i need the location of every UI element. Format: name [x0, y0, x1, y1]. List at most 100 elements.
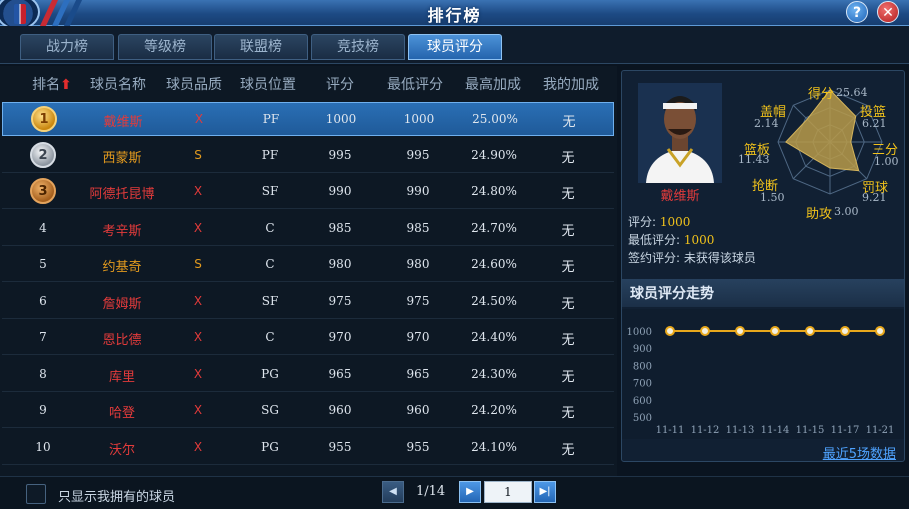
- y-tick-label: 500: [633, 413, 652, 424]
- cell-pos: PG: [261, 366, 279, 381]
- y-tick-label: 900: [633, 344, 652, 355]
- cell-min: 965: [406, 366, 430, 381]
- recent-games-link[interactable]: 最近5场数据: [823, 443, 896, 462]
- cell-bonus-max: 24.40%: [471, 330, 517, 344]
- table-row[interactable]: 7 恩比德 X C 970 970 24.40% 无: [2, 321, 614, 355]
- x-tick-label: 11-13: [726, 425, 755, 436]
- cell-pos: C: [265, 257, 275, 271]
- cell-pos: C: [265, 220, 275, 235]
- rank-number: 4: [39, 220, 47, 235]
- cell-my-bonus: 无: [561, 406, 575, 421]
- table-header: 排名⬆ 球员名称 球员品质 球员位置 评分 最低评分 最高加成 我的加成: [0, 68, 617, 102]
- table-row[interactable]: 5 约基奇 S C 980 980 24.60% 无: [2, 248, 614, 282]
- info-min-score: 最低评分: 1000: [628, 233, 715, 247]
- tab-player-rating[interactable]: 球员评分: [408, 34, 502, 60]
- cell-quality: X: [193, 439, 203, 454]
- radar-label: 助攻: [806, 207, 833, 222]
- cell-name[interactable]: 哈登: [86, 402, 158, 421]
- rank-number: 10: [35, 439, 51, 454]
- cell-bonus-max: 24.20%: [471, 403, 517, 417]
- rank-number: 5: [39, 257, 47, 271]
- rank-number: 7: [39, 330, 47, 344]
- cell-min: 1000: [403, 112, 435, 126]
- cell-score: 965: [328, 366, 352, 381]
- data-point[interactable]: [770, 326, 780, 336]
- y-tick-label: 700: [633, 379, 652, 390]
- close-button[interactable]: ✕: [877, 1, 899, 23]
- tab-alliance[interactable]: 联盟榜: [214, 34, 308, 60]
- radar-value: 2.14: [754, 117, 779, 130]
- cell-name[interactable]: 恩比德: [86, 329, 158, 348]
- cell-name[interactable]: 戴维斯: [87, 111, 159, 130]
- radar-value-area: [785, 89, 860, 172]
- owned-only-label: 只显示我拥有的球员: [58, 490, 176, 505]
- next-page-button[interactable]: ▶: [459, 481, 481, 503]
- data-point[interactable]: [875, 326, 885, 336]
- header-rank[interactable]: 排名⬆: [24, 74, 80, 94]
- tab-level[interactable]: 等级榜: [118, 34, 212, 60]
- x-tick-label: 11-17: [831, 425, 860, 436]
- cell-min: 955: [406, 439, 430, 454]
- table-row[interactable]: 3 阿德托昆博 X SF 990 990 24.80% 无: [2, 175, 614, 209]
- data-point[interactable]: [700, 326, 710, 336]
- radar-value: 6.21: [862, 117, 887, 130]
- header-my-bonus: 我的加成: [543, 77, 599, 93]
- bronze-medal-icon: 3: [30, 178, 56, 204]
- rating-trend-chart: 1000 900 800 700 600 500 11-11 11-12 11-13 11-14 1…: [622, 309, 904, 439]
- sort-up-icon: ⬆: [60, 77, 72, 93]
- table-row[interactable]: 8 库里 X PG 965 965 24.30% 无: [2, 358, 614, 392]
- data-point[interactable]: [840, 326, 850, 336]
- table-row[interactable]: 9 哈登 X SG 960 960 24.20% 无: [2, 394, 614, 428]
- cell-name[interactable]: 考辛斯: [86, 220, 158, 239]
- header-quality: 球员品质: [166, 77, 222, 93]
- table-row[interactable]: 10 沃尔 X PG 955 955 24.10% 无: [2, 431, 614, 465]
- rank-number: 9: [39, 403, 47, 417]
- cell-bonus-max: 25.00%: [472, 112, 518, 126]
- cell-quality: X: [193, 403, 203, 417]
- cell-score: 970: [328, 330, 352, 344]
- x-tick-label: 11-11: [656, 425, 685, 436]
- help-button[interactable]: ?: [846, 1, 868, 23]
- data-point[interactable]: [665, 326, 675, 336]
- radar-value: 9.21: [862, 191, 887, 204]
- cell-pos: SF: [261, 184, 279, 198]
- silver-medal-icon: 2: [30, 141, 56, 168]
- cell-min: 985: [406, 220, 430, 235]
- data-point[interactable]: [735, 326, 745, 336]
- owned-only-checkbox[interactable]: [26, 484, 46, 504]
- cell-bonus-max: 24.50%: [471, 293, 517, 308]
- last-page-button[interactable]: ▶|: [534, 481, 556, 503]
- cell-name[interactable]: 西蒙斯: [86, 147, 158, 166]
- data-point[interactable]: [805, 326, 815, 336]
- window-title: 排行榜: [427, 6, 482, 25]
- cell-quality: S: [194, 147, 202, 162]
- cell-name[interactable]: 库里: [86, 366, 158, 385]
- cell-score: 1000: [325, 112, 357, 126]
- prev-page-button[interactable]: ◀: [382, 481, 404, 503]
- cell-name[interactable]: 詹姆斯: [86, 293, 158, 312]
- tab-power[interactable]: 战力榜: [20, 34, 114, 60]
- table-row[interactable]: 2 西蒙斯 S PF 995 995 24.90% 无: [2, 139, 614, 173]
- table-row[interactable]: 6 詹姆斯 X SF 975 975 24.50% 无: [2, 285, 614, 319]
- page-indicator: 1/14: [416, 484, 446, 499]
- rank-number: 8: [39, 366, 47, 381]
- cell-score: 960: [328, 403, 352, 417]
- cell-bonus-max: 24.10%: [471, 439, 517, 454]
- table-row[interactable]: 1 戴维斯 X PF 1000 1000 25.00% 无: [2, 102, 614, 136]
- page-input[interactable]: 1: [484, 481, 532, 503]
- tab-arena[interactable]: 竞技榜: [311, 34, 405, 60]
- player-card: 戴维斯 评分: 1000 最低评分: 1000 签约评分: 未获得该球员 得分 2…: [622, 71, 904, 277]
- x-tick-label: 11-21: [866, 425, 895, 436]
- player-detail-panel: 戴维斯 评分: 1000 最低评分: 1000 签约评分: 未获得该球员 得分 2…: [621, 70, 905, 462]
- cell-bonus-max: 24.70%: [471, 220, 517, 235]
- cell-name[interactable]: 阿德托昆博: [86, 183, 158, 202]
- radar-label: 得分: [808, 87, 835, 102]
- cell-quality: X: [193, 366, 203, 381]
- cell-pos: SF: [261, 293, 279, 308]
- trend-heading: 球员评分走势: [622, 279, 904, 307]
- header-score: 评分: [326, 77, 354, 93]
- y-tick-label: 1000: [627, 327, 652, 338]
- cell-name[interactable]: 约基奇: [86, 256, 158, 275]
- cell-name[interactable]: 沃尔: [86, 439, 158, 458]
- table-row[interactable]: 4 考辛斯 X C 985 985 24.70% 无: [2, 212, 614, 246]
